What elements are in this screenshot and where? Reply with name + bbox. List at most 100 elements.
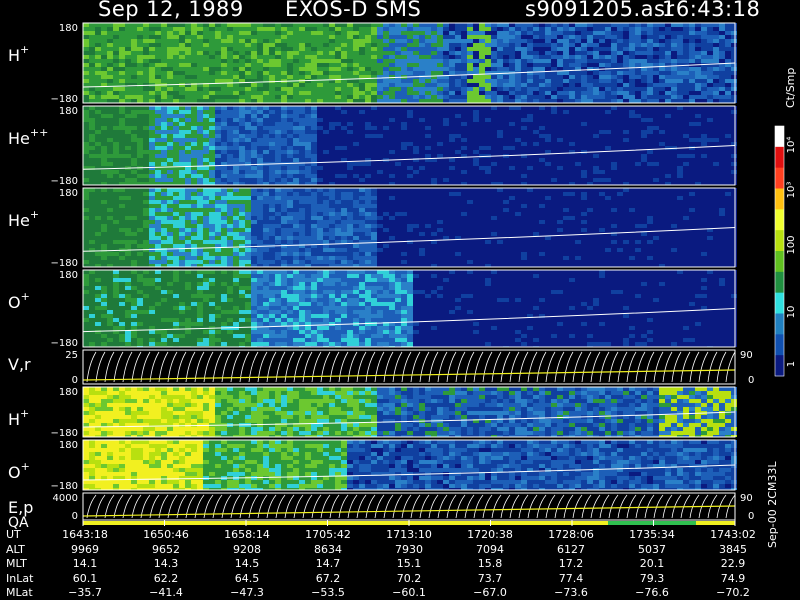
heatmap-cell	[575, 55, 581, 59]
heatmap-cell	[593, 114, 599, 118]
heatmap-cell	[209, 200, 215, 204]
heatmap-cell	[665, 134, 671, 138]
heatmap-cell	[263, 174, 269, 178]
heatmap-cell	[383, 166, 389, 170]
heatmap-cell	[479, 67, 485, 71]
heatmap-cell	[425, 63, 431, 67]
heatmap-cell	[239, 87, 245, 91]
heatmap-cell	[515, 95, 521, 99]
heatmap-cell	[587, 71, 593, 75]
heatmap-cell	[215, 236, 221, 240]
heatmap-cell	[263, 224, 269, 228]
heatmap-cell	[251, 228, 257, 232]
heatmap-cell	[83, 150, 89, 154]
heatmap-cell	[551, 110, 557, 114]
heatmap-cell	[677, 63, 683, 67]
heatmap-cell	[503, 67, 509, 71]
heatmap-cell	[497, 59, 503, 63]
heatmap-cell	[125, 118, 131, 122]
heatmap-cell	[521, 63, 527, 67]
heatmap-cell	[395, 110, 401, 114]
heatmap-cell	[191, 162, 197, 166]
heatmap-cell	[173, 79, 179, 83]
heatmap-cell	[671, 114, 677, 118]
heatmap-cell	[215, 67, 221, 71]
heatmap-cell	[371, 154, 377, 158]
heatmap-cell	[107, 27, 113, 31]
heatmap-cell	[569, 178, 575, 182]
heatmap-cell	[185, 212, 191, 216]
heatmap-cell	[557, 59, 563, 63]
heatmap-cell	[485, 47, 491, 51]
heatmap-cell	[149, 67, 155, 71]
heatmap-cell	[695, 130, 701, 134]
heatmap-cell	[641, 75, 647, 79]
heatmap-cell	[365, 43, 371, 47]
heatmap-cell	[275, 142, 281, 146]
heatmap-cell	[263, 158, 269, 162]
heatmap-cell	[515, 63, 521, 67]
heatmap-cell	[389, 71, 395, 75]
heatmap-cell	[593, 134, 599, 138]
heatmap-cell	[353, 23, 359, 27]
heatmap-cell	[233, 43, 239, 47]
heatmap-cell	[245, 51, 251, 55]
heatmap-cell	[245, 31, 251, 35]
heatmap-cell	[527, 83, 533, 87]
heatmap-cell	[191, 216, 197, 220]
heatmap-cell	[617, 174, 623, 178]
heatmap-cell	[401, 67, 407, 71]
heatmap-cell	[383, 162, 389, 166]
heatmap-cell	[251, 236, 257, 240]
heatmap-cell	[107, 43, 113, 47]
heatmap-cell	[191, 126, 197, 130]
heatmap-cell	[407, 142, 413, 146]
heatmap-cell	[521, 83, 527, 87]
heatmap-cell	[413, 134, 419, 138]
heatmap-cell	[143, 55, 149, 59]
heatmap-cell	[401, 79, 407, 83]
heatmap-cell	[449, 106, 455, 110]
y-max-label: 180	[59, 23, 78, 34]
heatmap-cell	[95, 204, 101, 208]
heatmap-cell	[173, 75, 179, 79]
heatmap-cell	[497, 43, 503, 47]
heatmap-cell	[317, 35, 323, 39]
heatmap-cell	[647, 51, 653, 55]
heatmap-cell	[305, 99, 311, 103]
heatmap-cell	[89, 212, 95, 216]
heatmap-cell	[269, 75, 275, 79]
heatmap-cell	[389, 138, 395, 142]
heatmap-cell	[707, 114, 713, 118]
heatmap-cell	[647, 31, 653, 35]
heatmap-cell	[131, 232, 137, 236]
heatmap-cell	[149, 31, 155, 35]
heatmap-cell	[179, 95, 185, 99]
heatmap-cell	[461, 146, 467, 150]
heatmap-cell	[215, 166, 221, 170]
heatmap-cell	[245, 196, 251, 200]
heatmap-cell	[473, 43, 479, 47]
heatmap-cell	[179, 208, 185, 212]
heatmap-cell	[569, 122, 575, 126]
heatmap-cell	[407, 99, 413, 103]
heatmap-cell	[149, 252, 155, 256]
heatmap-cell	[245, 130, 251, 134]
heatmap-cell	[125, 114, 131, 118]
heatmap-cell	[515, 114, 521, 118]
heatmap-cell	[389, 35, 395, 39]
heatmap-cell	[449, 142, 455, 146]
heatmap-cell	[731, 162, 737, 166]
heatmap-cell	[653, 43, 659, 47]
heatmap-cell	[317, 126, 323, 130]
heatmap-cell	[713, 43, 719, 47]
heatmap-cell	[359, 39, 365, 43]
heatmap-cell	[317, 122, 323, 126]
heatmap-cell	[425, 47, 431, 51]
heatmap-cell	[227, 134, 233, 138]
heatmap-cell	[671, 138, 677, 142]
heatmap-cell	[371, 174, 377, 178]
heatmap-cell	[197, 216, 203, 220]
heatmap-cell	[329, 146, 335, 150]
heatmap-cell	[83, 67, 89, 71]
